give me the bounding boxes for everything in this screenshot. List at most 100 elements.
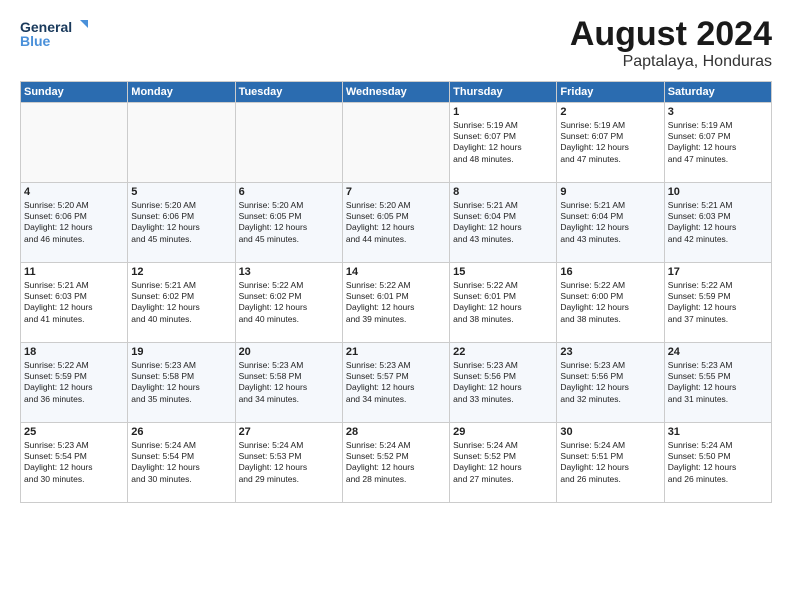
table-row: [21, 103, 128, 183]
cell-daylight-text: Sunrise: 5:22 AM Sunset: 5:59 PM Dayligh…: [668, 280, 768, 324]
table-row: 11 Sunrise: 5:21 AM Sunset: 6:03 PM Dayli…: [21, 263, 128, 343]
day-number: 16: [560, 266, 660, 278]
table-row: 8Sunrise: 5:21 AM Sunset: 6:04 PM Daylig…: [450, 183, 557, 263]
cell-daylight-text: Sunrise: 5:20 AM Sunset: 6:06 PM Dayligh…: [24, 200, 124, 244]
day-number: 30: [560, 426, 660, 438]
header-sunday: Sunday: [21, 82, 128, 103]
day-number: 28: [346, 426, 446, 438]
cell-daylight-text: Sunrise: 5:19 AM Sunset: 6:07 PM Dayligh…: [453, 120, 553, 164]
cell-daylight-text: Sunrise: 5:20 AM Sunset: 6:05 PM Dayligh…: [239, 200, 339, 244]
day-number: 10: [668, 186, 768, 198]
header-saturday: Saturday: [664, 82, 771, 103]
cell-daylight-text: Sunrise: 5:24 AM Sunset: 5:53 PM Dayligh…: [239, 440, 339, 484]
cell-daylight-text: Sunrise: 5:21 AM Sunset: 6:02 PM Dayligh…: [131, 280, 231, 324]
table-row: 12 Sunrise: 5:21 AM Sunset: 6:02 PM Dayli…: [128, 263, 235, 343]
week-row-4: 25 Sunrise: 5:23 AM Sunset: 5:54 PM Dayli…: [21, 423, 772, 503]
location: Paptalaya, Honduras: [570, 53, 772, 71]
table-row: 10 Sunrise: 5:21 AM Sunset: 6:03 PM Dayli…: [664, 183, 771, 263]
logo-svg: General Blue: [20, 16, 90, 52]
cell-daylight-text: Sunrise: 5:23 AM Sunset: 5:58 PM Dayligh…: [239, 360, 339, 404]
day-number: 2: [560, 106, 660, 118]
cell-daylight-text: Sunrise: 5:24 AM Sunset: 5:52 PM Dayligh…: [346, 440, 446, 484]
day-number: 5: [131, 186, 231, 198]
table-row: 6 Sunrise: 5:20 AM Sunset: 6:05 PM Daylig…: [235, 183, 342, 263]
table-row: 2 Sunrise: 5:19 AM Sunset: 6:07 PM Daylig…: [557, 103, 664, 183]
cell-daylight-text: Sunrise: 5:24 AM Sunset: 5:52 PM Dayligh…: [453, 440, 553, 484]
table-row: 13Sunrise: 5:22 AM Sunset: 6:02 PM Dayli…: [235, 263, 342, 343]
day-number: 7: [346, 186, 446, 198]
day-number: 22: [453, 346, 553, 358]
cell-daylight-text: Sunrise: 5:22 AM Sunset: 6:01 PM Dayligh…: [453, 280, 553, 324]
cell-daylight-text: Sunrise: 5:21 AM Sunset: 6:04 PM Dayligh…: [453, 200, 553, 244]
table-row: [235, 103, 342, 183]
day-number: 11: [24, 266, 124, 278]
day-number: 3: [668, 106, 768, 118]
day-number: 19: [131, 346, 231, 358]
cell-daylight-text: Sunrise: 5:23 AM Sunset: 5:54 PM Dayligh…: [24, 440, 124, 484]
cell-daylight-text: Sunrise: 5:21 AM Sunset: 6:03 PM Dayligh…: [24, 280, 124, 324]
title-area: August 2024 Paptalaya, Honduras: [570, 16, 772, 71]
table-row: 7 Sunrise: 5:20 AM Sunset: 6:05 PM Daylig…: [342, 183, 449, 263]
table-row: 30 Sunrise: 5:24 AM Sunset: 5:51 PM Dayli…: [557, 423, 664, 503]
table-row: 22 Sunrise: 5:23 AM Sunset: 5:56 PM Dayli…: [450, 343, 557, 423]
week-row-0: 1 Sunrise: 5:19 AM Sunset: 6:07 PM Daylig…: [21, 103, 772, 183]
cell-daylight-text: Sunrise: 5:21 AM Sunset: 6:03 PM Dayligh…: [668, 200, 768, 244]
table-row: 15 Sunrise: 5:22 AM Sunset: 6:01 PM Dayli…: [450, 263, 557, 343]
cell-daylight-text: Sunrise: 5:24 AM Sunset: 5:51 PM Dayligh…: [560, 440, 660, 484]
day-number: 20: [239, 346, 339, 358]
table-row: 26Sunrise: 5:24 AM Sunset: 5:54 PM Dayli…: [128, 423, 235, 503]
day-number: 15: [453, 266, 553, 278]
table-row: 3Sunrise: 5:19 AM Sunset: 6:07 PM Daylig…: [664, 103, 771, 183]
day-number: 23: [560, 346, 660, 358]
cell-daylight-text: Sunrise: 5:23 AM Sunset: 5:57 PM Dayligh…: [346, 360, 446, 404]
table-row: 16 Sunrise: 5:22 AM Sunset: 6:00 PM Dayli…: [557, 263, 664, 343]
cell-daylight-text: Sunrise: 5:19 AM Sunset: 6:07 PM Dayligh…: [560, 120, 660, 164]
cell-daylight-text: Sunrise: 5:21 AM Sunset: 6:04 PM Dayligh…: [560, 200, 660, 244]
day-number: 12: [131, 266, 231, 278]
cell-daylight-text: Sunrise: 5:23 AM Sunset: 5:56 PM Dayligh…: [453, 360, 553, 404]
cell-daylight-text: Sunrise: 5:22 AM Sunset: 6:02 PM Dayligh…: [239, 280, 339, 324]
table-row: 17 Sunrise: 5:22 AM Sunset: 5:59 PM Dayli…: [664, 263, 771, 343]
header-monday: Monday: [128, 82, 235, 103]
day-number: 25: [24, 426, 124, 438]
cell-daylight-text: Sunrise: 5:23 AM Sunset: 5:58 PM Dayligh…: [131, 360, 231, 404]
cell-daylight-text: Sunrise: 5:22 AM Sunset: 5:59 PM Dayligh…: [24, 360, 124, 404]
calendar: Sunday Monday Tuesday Wednesday Thursday…: [20, 81, 772, 503]
cell-daylight-text: Sunrise: 5:24 AM Sunset: 5:50 PM Dayligh…: [668, 440, 768, 484]
cell-daylight-text: Sunrise: 5:24 AM Sunset: 5:54 PM Dayligh…: [131, 440, 231, 484]
cell-daylight-text: Sunrise: 5:23 AM Sunset: 5:56 PM Dayligh…: [560, 360, 660, 404]
table-row: 20 Sunrise: 5:23 AM Sunset: 5:58 PM Dayli…: [235, 343, 342, 423]
page-header: General Blue August 2024 Paptalaya, Hond…: [20, 16, 772, 71]
header-wednesday: Wednesday: [342, 82, 449, 103]
cell-daylight-text: Sunrise: 5:23 AM Sunset: 5:55 PM Dayligh…: [668, 360, 768, 404]
table-row: 24Sunrise: 5:23 AM Sunset: 5:55 PM Dayli…: [664, 343, 771, 423]
table-row: 28 Sunrise: 5:24 AM Sunset: 5:52 PM Dayli…: [342, 423, 449, 503]
day-number: 1: [453, 106, 553, 118]
cell-daylight-text: Sunrise: 5:22 AM Sunset: 6:00 PM Dayligh…: [560, 280, 660, 324]
table-row: 19 Sunrise: 5:23 AM Sunset: 5:58 PM Dayli…: [128, 343, 235, 423]
day-number: 14: [346, 266, 446, 278]
header-tuesday: Tuesday: [235, 82, 342, 103]
week-row-2: 11 Sunrise: 5:21 AM Sunset: 6:03 PM Dayli…: [21, 263, 772, 343]
logo: General Blue: [20, 16, 90, 52]
day-number: 17: [668, 266, 768, 278]
week-row-1: 4 Sunrise: 5:20 AM Sunset: 6:06 PM Daylig…: [21, 183, 772, 263]
day-number: 6: [239, 186, 339, 198]
svg-text:Blue: Blue: [20, 33, 51, 49]
cell-daylight-text: Sunrise: 5:20 AM Sunset: 6:05 PM Dayligh…: [346, 200, 446, 244]
day-number: 29: [453, 426, 553, 438]
table-row: 9Sunrise: 5:21 AM Sunset: 6:04 PM Daylig…: [557, 183, 664, 263]
table-row: 18Sunrise: 5:22 AM Sunset: 5:59 PM Dayli…: [21, 343, 128, 423]
header-friday: Friday: [557, 82, 664, 103]
table-row: 23 Sunrise: 5:23 AM Sunset: 5:56 PM Dayli…: [557, 343, 664, 423]
table-row: [128, 103, 235, 183]
day-number: 4: [24, 186, 124, 198]
day-number: 31: [668, 426, 768, 438]
table-row: 1 Sunrise: 5:19 AM Sunset: 6:07 PM Daylig…: [450, 103, 557, 183]
day-number: 27: [239, 426, 339, 438]
month-title: August 2024: [570, 16, 772, 53]
calendar-header-row: Sunday Monday Tuesday Wednesday Thursday…: [21, 82, 772, 103]
table-row: 27 Sunrise: 5:24 AM Sunset: 5:53 PM Dayli…: [235, 423, 342, 503]
table-row: 21Sunrise: 5:23 AM Sunset: 5:57 PM Dayli…: [342, 343, 449, 423]
table-row: 14Sunrise: 5:22 AM Sunset: 6:01 PM Dayli…: [342, 263, 449, 343]
